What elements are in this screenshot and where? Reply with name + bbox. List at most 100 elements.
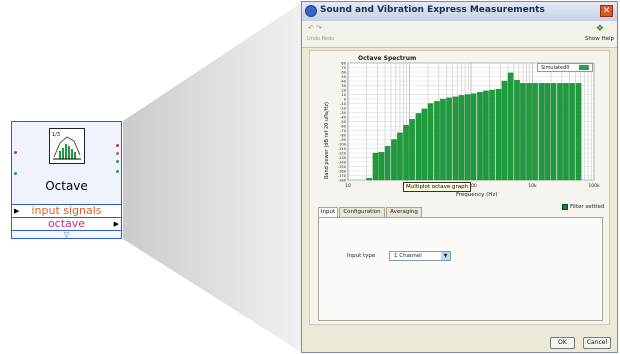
input-type-value: 1 Channel	[394, 253, 422, 259]
y-tick-label: -170	[338, 174, 347, 178]
spectrum-bar	[569, 83, 575, 181]
output-terminal-dot[interactable]	[116, 144, 119, 147]
ok-button[interactable]: OK	[550, 337, 575, 349]
y-tick-label: -130	[338, 156, 347, 160]
spectrum-bar	[563, 83, 569, 181]
spectrum-bar	[427, 103, 434, 181]
y-tick-label: -10	[340, 102, 347, 106]
y-tick-label: -60	[340, 125, 347, 129]
spectrum-bar	[391, 139, 397, 181]
y-tick-label: -40	[340, 116, 347, 120]
y-tick-label: -110	[338, 147, 347, 151]
chevron-down-icon[interactable]: ▼	[441, 252, 450, 260]
tab-configuration[interactable]: Configuration	[339, 207, 385, 217]
octave-spectrum-chart: -180-170-160-150-140-130-120-110-100-90-…	[338, 62, 600, 190]
spectrum-bar	[421, 108, 428, 181]
y-tick-label: -150	[338, 165, 347, 169]
y-tick-label: -80	[340, 134, 347, 138]
y-tick-label: 30	[341, 84, 346, 88]
spectrum-bar	[557, 83, 563, 181]
terminal-octave[interactable]: octave ▶	[12, 217, 121, 230]
spectrum-bar	[372, 152, 379, 181]
spectrum-bar	[415, 113, 422, 181]
tab-content-input: Input type 1 Channel ▼	[318, 217, 603, 321]
spectrum-bar	[409, 119, 415, 181]
terminal-label: input signals	[31, 204, 102, 217]
filter-settled-label: Filter settled	[570, 204, 605, 210]
y-tick-label: -30	[340, 111, 347, 115]
y-tick-label: 0	[344, 98, 347, 102]
spectrum-bar	[434, 101, 440, 181]
app-icon	[305, 5, 317, 17]
input-type-select[interactable]: 1 Channel ▼	[389, 251, 451, 261]
spectrum-bar	[489, 89, 495, 181]
octave-spectrum-icon: 1/3	[49, 128, 85, 164]
express-config-dialog: Sound and Vibration Express Measurements…	[301, 1, 618, 353]
dialog-toolbar: ↶ ↷ Undo Redo ❖ Show Help	[302, 21, 617, 48]
y-tick-label: -100	[338, 143, 347, 147]
y-tick-label: -180	[338, 179, 347, 183]
spectrum-bar	[378, 151, 385, 181]
node-expand-handle[interactable]: ▽	[12, 230, 121, 239]
spectrum-bar	[464, 94, 471, 181]
x-tick-label: 10k	[528, 183, 537, 189]
terminal-input-signals[interactable]: ▶ input signals	[12, 204, 121, 217]
filter-settled-led-icon	[562, 204, 568, 210]
y-tick-label: 10	[341, 93, 346, 97]
y-tick-label: -160	[338, 170, 347, 174]
input-terminal-dot[interactable]	[14, 172, 17, 175]
legend-swatch	[579, 65, 589, 70]
terminal-arrow-icon: ▶	[113, 220, 119, 228]
spectrum-bar	[495, 88, 502, 181]
y-tick-label: 70	[341, 66, 346, 70]
dialog-title: Sound and Vibration Express Measurements	[320, 5, 545, 15]
spectrum-bar	[520, 83, 526, 181]
spectrum-bar	[446, 97, 452, 181]
spectrum-bar	[452, 96, 459, 181]
spectrum-bar	[544, 83, 551, 181]
y-tick-label: 60	[341, 71, 346, 75]
spectrum-bar	[458, 95, 465, 181]
octave-express-vi-node[interactable]: 1/3 Octave ▶ input signals octave ▶ ▽	[11, 121, 122, 239]
undo-redo-icons[interactable]: ↶ ↷	[308, 24, 322, 32]
spectrum-bar	[507, 72, 514, 181]
plot-legend[interactable]: Simulated0	[537, 63, 593, 72]
x-tick-label: 100k	[588, 183, 600, 189]
y-tick-label: 20	[341, 89, 346, 93]
y-tick-label: 50	[341, 75, 346, 79]
output-terminal-dot[interactable]	[116, 160, 119, 163]
spectrum-bar	[532, 83, 538, 181]
spectrum-bar	[483, 90, 489, 181]
cancel-button[interactable]: Cancel	[583, 337, 611, 349]
terminal-arrow-icon: ▶	[14, 207, 20, 215]
spectrum-bar	[550, 83, 557, 181]
close-button[interactable]: ✕	[600, 5, 613, 17]
legend-series-name: Simulated0	[541, 65, 570, 71]
output-terminal-dot[interactable]	[116, 152, 119, 155]
spectrum-bar	[526, 83, 532, 181]
help-icon[interactable]: ❖	[596, 24, 604, 34]
show-help-button[interactable]: Show Help	[585, 36, 614, 42]
input-terminal-dot[interactable]	[14, 151, 17, 154]
spectrum-bar	[575, 83, 582, 181]
spectrum-bar	[514, 79, 520, 181]
chart-title: Octave Spectrum	[358, 55, 417, 62]
spectrum-bar	[366, 178, 372, 181]
x-tick-label: 10	[345, 183, 351, 189]
y-tick-label: -140	[338, 161, 347, 165]
terminal-label: octave	[47, 217, 86, 230]
svg-text:1/3: 1/3	[52, 132, 60, 138]
y-tick-label: -70	[340, 129, 347, 133]
y-tick-label: 80	[341, 62, 346, 66]
node-header: 1/3 Octave	[12, 122, 121, 204]
spectrum-bar	[501, 80, 508, 181]
y-tick-label: -20	[340, 107, 347, 111]
dialog-titlebar[interactable]: Sound and Vibration Express Measurements…	[302, 2, 617, 22]
spectrum-bar	[440, 98, 446, 181]
output-terminal-dot[interactable]	[116, 170, 119, 173]
y-tick-label: 40	[341, 80, 346, 84]
y-tick-label: -50	[340, 120, 347, 124]
config-panel: -180 -170 -160 -150 -140 -130 -120 -110 -100 -90-…	[309, 50, 610, 325]
x-axis-label: Frequency (Hz)	[456, 192, 498, 198]
tab-averaging[interactable]: Averaging	[386, 207, 422, 217]
